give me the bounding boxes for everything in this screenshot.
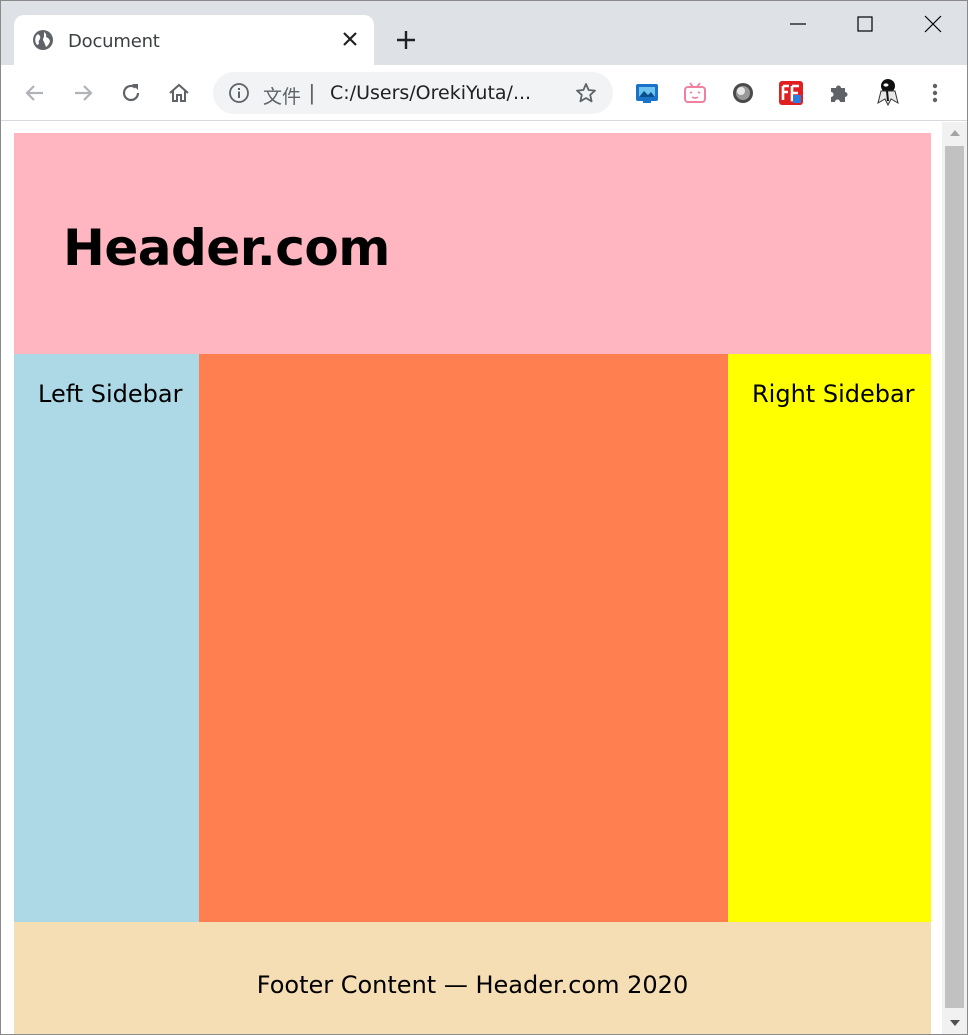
globe-icon	[33, 30, 53, 50]
browser-window: Document 文件 | C:/Users/OrekiYuta/... Hea…	[0, 0, 968, 1035]
scroll-down-button[interactable]	[942, 1012, 967, 1034]
page-header: Header.com	[14, 133, 931, 354]
page-viewport: Header.com Left Sidebar Right Sidebar Fo…	[1, 122, 967, 1034]
right-sidebar: Right Sidebar	[728, 354, 931, 922]
page-footer: Footer Content — Header.com 2020	[14, 922, 931, 1034]
vertical-scrollbar[interactable]	[942, 122, 967, 1034]
page-layout: Header.com Left Sidebar Right Sidebar Fo…	[14, 133, 931, 1034]
scroll-down-arrow-icon	[949, 1020, 960, 1026]
left-sidebar-label: Left Sidebar	[38, 380, 183, 408]
scrollbar-thumb[interactable]	[945, 146, 964, 1008]
forward-button[interactable]	[69, 79, 97, 107]
url-separator: |	[309, 80, 315, 105]
home-button[interactable]	[165, 79, 193, 107]
back-arrow-icon	[25, 85, 43, 101]
menu-button[interactable]	[921, 79, 949, 107]
bookmark-star-icon[interactable]	[575, 82, 597, 104]
avatar-icon[interactable]	[873, 77, 903, 107]
tab-document[interactable]: Document	[14, 15, 374, 66]
home-icon	[169, 83, 189, 102]
url-scheme-label: 文件	[263, 86, 302, 108]
back-button[interactable]	[21, 79, 49, 107]
scroll-up-arrow-icon	[949, 130, 960, 136]
tab-title: Document	[68, 31, 160, 52]
minimize-button[interactable]	[783, 11, 813, 37]
puzzle-icon[interactable]	[826, 80, 852, 106]
bilibili-tv-icon[interactable]	[682, 80, 708, 106]
screen-capture-icon[interactable]	[634, 80, 660, 106]
left-sidebar: Left Sidebar	[14, 354, 199, 922]
header-title: Header.com	[63, 219, 390, 277]
browser-toolbar: 文件 | C:/Users/OrekiYuta/...	[1, 65, 967, 121]
maximize-button[interactable]	[850, 11, 880, 37]
tab-strip: Document	[1, 1, 967, 66]
footer-text: Footer Content — Header.com 2020	[256, 971, 689, 999]
url-text[interactable]: C:/Users/OrekiYuta/...	[330, 82, 531, 104]
maximize-icon	[857, 16, 873, 32]
forward-arrow-icon	[75, 85, 93, 101]
info-icon[interactable]	[228, 82, 250, 104]
new-tab-icon[interactable]	[393, 27, 419, 53]
minimize-icon	[790, 23, 806, 25]
close-window-button[interactable]	[918, 11, 948, 37]
more-vertical-icon	[932, 83, 938, 103]
reload-icon	[122, 84, 140, 102]
close-tab-icon[interactable]	[340, 29, 360, 49]
close-window-icon	[924, 15, 942, 33]
scroll-up-button[interactable]	[942, 122, 967, 144]
reload-button[interactable]	[117, 79, 145, 107]
sphere-icon[interactable]	[730, 80, 756, 106]
main-content	[199, 354, 728, 922]
address-bar[interactable]: 文件 | C:/Users/OrekiYuta/...	[213, 72, 613, 114]
fe-helper-icon[interactable]	[778, 80, 804, 106]
right-sidebar-label: Right Sidebar	[752, 380, 915, 408]
